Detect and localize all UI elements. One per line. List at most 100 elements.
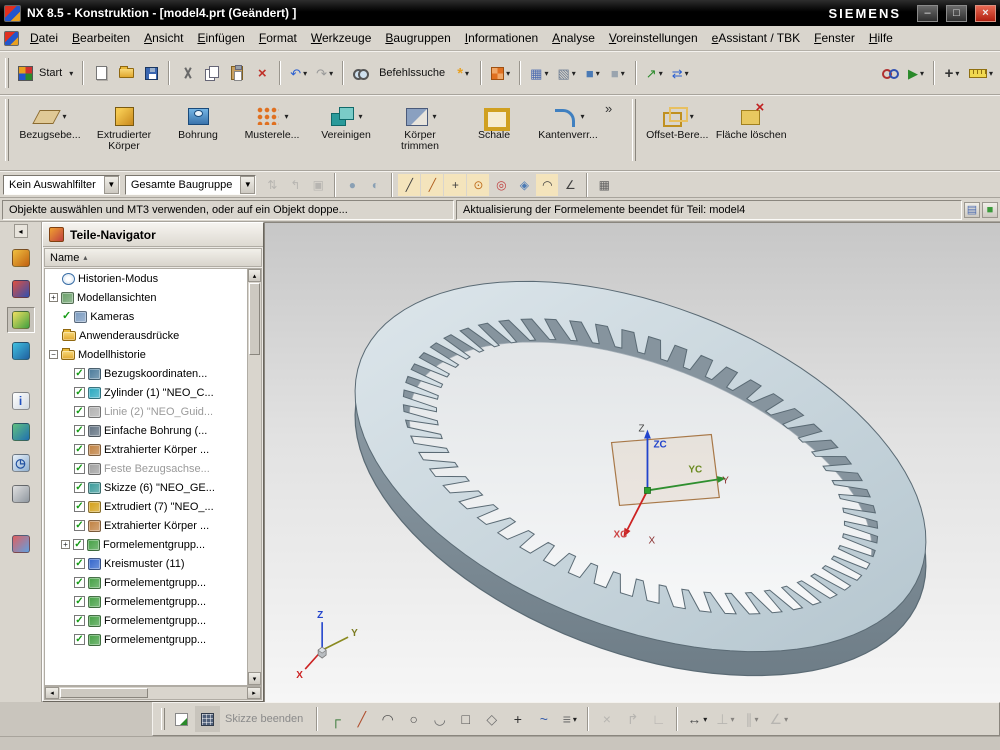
finish-sketch-button[interactable] bbox=[195, 706, 220, 732]
menu-fenster[interactable]: Fenster bbox=[807, 28, 862, 48]
feature-checkbox[interactable]: ✓ bbox=[74, 596, 85, 607]
tree-item[interactable]: ✓Kreismuster (11) bbox=[45, 554, 247, 573]
name-column-header[interactable]: Name ▴ bbox=[44, 248, 262, 267]
visualize-button[interactable]: ▶▾ bbox=[904, 60, 928, 86]
scrollbar-track[interactable] bbox=[149, 687, 247, 699]
tree-item[interactable]: ✓Zylinder (1) "NEO_C... bbox=[45, 383, 247, 402]
menu-einf-gen[interactable]: Einfügen bbox=[190, 28, 251, 48]
tree-item[interactable]: ✓Extrahierter Körper ... bbox=[45, 440, 247, 459]
history-icon[interactable]: ◷ bbox=[7, 450, 35, 476]
shaded-sphere-button[interactable]: ● bbox=[341, 174, 363, 196]
constraint-display-button[interactable]: ∥▾ bbox=[740, 706, 765, 732]
snap-midpoint-button[interactable]: ╱ bbox=[421, 174, 443, 196]
scroll-down-button[interactable]: ▾ bbox=[248, 672, 261, 685]
quick-extend-button[interactable]: ↱ bbox=[620, 706, 645, 732]
tree-item[interactable]: +✓Formelementgrupp... bbox=[45, 535, 247, 554]
selection-filter-dropdown[interactable]: Kein Auswahlfilter ▼ bbox=[3, 175, 120, 195]
offset-region-button[interactable]: ▾Offset-Bere... bbox=[640, 99, 714, 167]
start-button[interactable]: Start ▾ bbox=[14, 60, 77, 86]
reuse-library-icon[interactable] bbox=[7, 338, 35, 364]
rapid-dimension-button[interactable]: ↔▾ bbox=[683, 706, 711, 732]
menu-hilfe[interactable]: Hilfe bbox=[862, 28, 900, 48]
3d-glasses-button[interactable] bbox=[878, 60, 903, 86]
undo-button[interactable]: ↶▾ bbox=[286, 60, 311, 86]
constraint-navigator-icon[interactable] bbox=[7, 276, 35, 302]
swap-view-button[interactable]: ⇄▾ bbox=[668, 60, 693, 86]
feature-checkbox[interactable]: ✓ bbox=[74, 463, 85, 474]
tree-item[interactable]: ✓Bezugskoordinaten... bbox=[45, 364, 247, 383]
minimize-button[interactable]: – bbox=[917, 5, 938, 22]
collapse-panel-button[interactable]: ◂ bbox=[14, 224, 28, 238]
pattern-feature-button[interactable]: ▾Musterele... bbox=[235, 99, 309, 167]
geometric-constraints-button[interactable]: ⊥▾ bbox=[712, 706, 738, 732]
maximize-button[interactable]: □ bbox=[946, 5, 967, 22]
tree-item[interactable]: ✓Formelementgrupp... bbox=[45, 630, 247, 649]
edge-blend-button[interactable]: ▾Kantenverr... bbox=[531, 99, 605, 167]
feature-checkbox[interactable]: ✓ bbox=[74, 558, 85, 569]
menu-ansicht[interactable]: Ansicht bbox=[137, 28, 190, 48]
window-layout-button[interactable]: ▦▾ bbox=[526, 60, 552, 86]
snap-intersection-button[interactable]: + bbox=[444, 174, 466, 196]
feature-checkbox[interactable]: ✓ bbox=[74, 406, 85, 417]
scrollbar-track[interactable] bbox=[248, 356, 261, 672]
feature-checkbox[interactable]: ✓ bbox=[74, 444, 85, 455]
feature-checkbox[interactable]: ✓ bbox=[74, 520, 85, 531]
snap-point-settings-button[interactable]: +▾ bbox=[940, 60, 964, 86]
tree-item[interactable]: Historien-Modus bbox=[45, 269, 247, 288]
new-button[interactable] bbox=[89, 60, 113, 86]
hd3d-tools-icon[interactable]: i bbox=[7, 388, 35, 414]
close-button[interactable]: × bbox=[975, 5, 996, 22]
snap-tangent-button[interactable]: ◠ bbox=[536, 174, 558, 196]
delete-button[interactable]: × bbox=[250, 60, 274, 86]
snap-angle-button[interactable]: ∠ bbox=[559, 174, 581, 196]
tree-item[interactable]: ✓Extrudiert (7) "NEO_... bbox=[45, 497, 247, 516]
view-background-button[interactable]: ■▾ bbox=[606, 60, 630, 86]
scroll-up-button[interactable]: ▴ bbox=[248, 269, 261, 282]
tree-expander[interactable]: + bbox=[61, 540, 70, 549]
menu-voreinstellungen[interactable]: Voreinstellungen bbox=[602, 28, 705, 48]
arc-tool-button[interactable]: ◠ bbox=[375, 706, 400, 732]
sketch-name-icon[interactable] bbox=[169, 706, 194, 732]
save-button[interactable] bbox=[139, 60, 163, 86]
feature-checkbox[interactable]: ✓ bbox=[74, 634, 85, 645]
trim-body-button[interactable]: ▾Körper trimmen bbox=[383, 99, 457, 167]
view-popup-button[interactable]: ▾ bbox=[487, 60, 514, 86]
orient-view-button[interactable]: ▧▾ bbox=[553, 60, 579, 86]
snap-arc-center-button[interactable]: ⊙ bbox=[467, 174, 489, 196]
show-hide-button[interactable]: ↗▾ bbox=[642, 60, 667, 86]
tree-item[interactable]: −Modellhistorie bbox=[45, 345, 247, 364]
green-status-icon[interactable]: ■ bbox=[982, 202, 998, 218]
feature-checkbox[interactable]: ✓ bbox=[74, 482, 85, 493]
horizontal-scrollbar[interactable]: ◂ ▸ bbox=[44, 686, 262, 700]
tree-item[interactable]: ✓Formelementgrupp... bbox=[45, 573, 247, 592]
delete-face-button[interactable]: Fläche löschen bbox=[714, 99, 788, 167]
menu-informationen[interactable]: Informationen bbox=[458, 28, 545, 48]
scroll-right-button[interactable]: ▸ bbox=[247, 687, 261, 699]
toolbar-grip[interactable] bbox=[632, 99, 636, 161]
feature-checkbox[interactable]: ✓ bbox=[74, 501, 85, 512]
tree-item[interactable]: ✓Einfache Bohrung (... bbox=[45, 421, 247, 440]
roles-icon[interactable] bbox=[7, 531, 35, 557]
feature-checkbox[interactable]: ✓ bbox=[73, 539, 84, 550]
snap-quadrant-button[interactable]: ◎ bbox=[490, 174, 512, 196]
tree-item[interactable]: ✓Kameras bbox=[45, 307, 247, 326]
cut-button[interactable] bbox=[175, 60, 199, 86]
auto-dimension-button[interactable]: ∠▾ bbox=[766, 706, 793, 732]
grid-display-button[interactable]: ▦ bbox=[593, 174, 615, 196]
quick-trim-button[interactable]: × bbox=[594, 706, 619, 732]
multi-select-button[interactable]: ▣ bbox=[307, 174, 329, 196]
tree-item[interactable]: ✓Formelementgrupp... bbox=[45, 592, 247, 611]
unite-button[interactable]: ▾Vereinigen bbox=[309, 99, 383, 167]
snap-existing-point-button[interactable]: ◈ bbox=[513, 174, 535, 196]
toolbar-grip[interactable] bbox=[161, 708, 165, 730]
profile-tool-button[interactable]: ┌ bbox=[323, 706, 348, 732]
datum-plane-button[interactable]: ▾Bezugsebe... bbox=[13, 99, 87, 167]
render-style-button[interactable]: ■▾ bbox=[581, 60, 605, 86]
point-tool-button[interactable]: + bbox=[505, 706, 530, 732]
rectangle-tool-button[interactable]: □ bbox=[453, 706, 478, 732]
graphics-viewport[interactable]: ZZCYCYXCXZYX bbox=[264, 222, 1000, 702]
spline-tool-button[interactable]: ~ bbox=[531, 706, 556, 732]
shell-button[interactable]: Schale bbox=[457, 99, 531, 167]
hole-button[interactable]: Bohrung bbox=[161, 99, 235, 167]
feature-checkbox[interactable]: ✓ bbox=[74, 425, 85, 436]
